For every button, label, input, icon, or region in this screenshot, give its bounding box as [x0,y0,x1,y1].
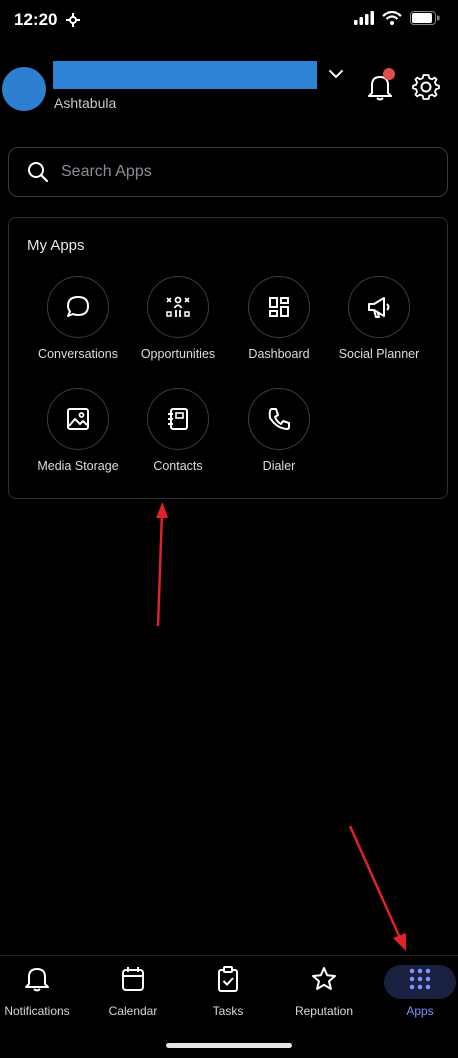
phone-icon [268,408,290,430]
account-name-redacted[interactable] [53,61,317,89]
app-social-planner[interactable]: Social Planner [329,276,429,361]
search-icon [28,162,49,183]
contacts-book-icon [168,408,188,430]
opportunities-icon [166,296,190,317]
dashboard-grid-icon [269,297,289,317]
app-label: Dialer [262,459,296,473]
app-conversations[interactable]: Conversations [28,276,128,361]
status-icons [354,11,440,25]
calendar-icon [122,967,144,991]
nav-label: Calendar [108,1004,158,1018]
app-icon-circle[interactable] [47,276,109,338]
nav-label: Reputation [294,1004,354,1018]
clipboard-check-icon [218,966,238,992]
app-label: Conversations [38,347,118,361]
nav-calendar[interactable]: Calendar [87,965,179,1018]
avatar[interactable] [2,67,46,111]
app-label: Opportunities [140,347,216,361]
search-input[interactable] [59,162,423,182]
app-icon-circle[interactable] [47,388,109,450]
app-media-storage[interactable]: Media Storage [28,388,128,473]
settings-gear-icon[interactable] [412,73,440,101]
bell-icon [25,968,49,992]
battery-icon [410,11,440,25]
nav-tasks[interactable]: Tasks [182,965,274,1018]
wifi-icon [382,11,402,25]
signal-icon [354,11,374,25]
widget-icon [66,13,80,27]
status-time: 12:20 [14,10,58,29]
apps-grid-icon [409,968,431,990]
app-icon-circle[interactable] [248,276,310,338]
nav-label: Tasks [212,1004,244,1018]
my-apps-title: My Apps [27,237,85,254]
chat-bubble-icon [67,296,89,317]
app-dashboard[interactable]: Dashboard [229,276,329,361]
app-icon-circle[interactable] [248,388,310,450]
app-label: Social Planner [338,347,420,361]
chevron-down-icon[interactable] [328,68,344,80]
image-icon [67,408,89,430]
app-dialer[interactable]: Dialer [229,388,329,473]
app-icon-circle[interactable] [147,388,209,450]
megaphone-icon [368,297,390,318]
app-label: Media Storage [37,459,119,473]
nav-apps[interactable]: Apps [374,965,458,1018]
app-icon-circle[interactable] [348,276,410,338]
nav-label: Apps [406,1004,434,1018]
nav-reputation[interactable]: Reputation [278,965,370,1018]
search-bar[interactable] [8,147,448,197]
star-icon [312,967,336,990]
nav-notifications[interactable]: Notifications [0,965,83,1018]
app-label: Contacts [153,459,203,473]
app-label: Dashboard [248,347,310,361]
app-icon-circle[interactable] [147,276,209,338]
nav-label: Notifications [4,1004,70,1018]
annotation-arrow-down [348,825,406,951]
account-location: Ashtabula [54,95,117,111]
app-opportunities[interactable]: Opportunities [128,276,228,361]
notification-badge [383,68,395,80]
app-contacts[interactable]: Contacts [128,388,228,473]
home-indicator[interactable] [166,1043,292,1048]
annotation-arrow-up [156,502,168,627]
